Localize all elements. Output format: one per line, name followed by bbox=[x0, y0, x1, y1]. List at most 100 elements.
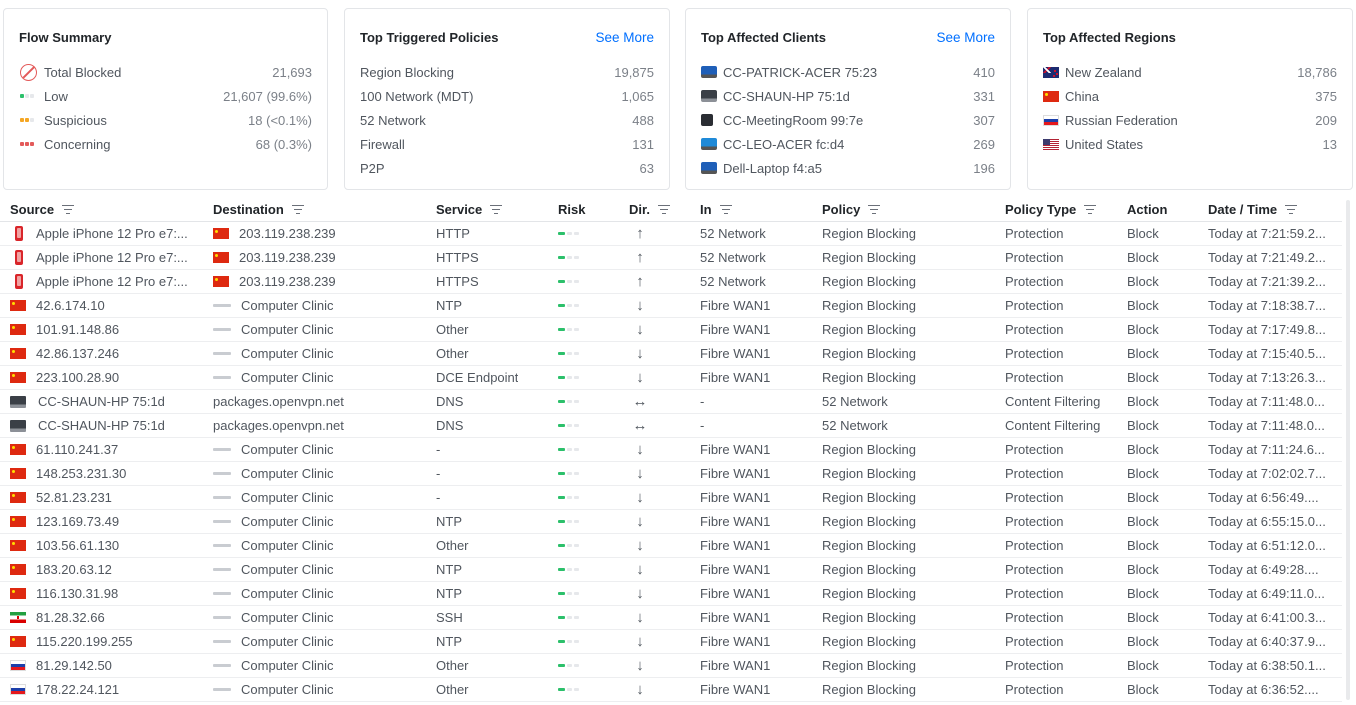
router-icon bbox=[213, 376, 231, 379]
china-flag-icon bbox=[10, 300, 26, 311]
datetime-cell: Today at 7:11:48.0... bbox=[1208, 394, 1325, 409]
source-cell: CC-SHAUN-HP 75:1d bbox=[10, 394, 213, 409]
in-cell: 52 Network bbox=[700, 274, 766, 289]
column-header-risk[interactable]: Risk bbox=[558, 202, 629, 217]
table-row[interactable]: 123.169.73.49 Computer Clinic NTP ↓ Fibre WA… bbox=[0, 510, 1342, 534]
destination-cell: Computer Clinic bbox=[213, 610, 436, 625]
direction-cell: ↔ bbox=[629, 417, 700, 434]
direction-arrow-icon: ↓ bbox=[636, 681, 644, 698]
source-cell: 115.220.199.255 bbox=[10, 634, 213, 649]
table-row[interactable]: 52.81.23.231 Computer Clinic - ↓ Fibre WAN1 R… bbox=[0, 486, 1342, 510]
in-cell: Fibre WAN1 bbox=[700, 466, 771, 481]
router-icon bbox=[213, 688, 231, 691]
table-row[interactable]: 178.22.24.121 Computer Clinic Other ↓ Fibre … bbox=[0, 678, 1342, 702]
table-row[interactable]: 116.130.31.98 Computer Clinic NTP ↓ Fibre WA… bbox=[0, 582, 1342, 606]
filter-icon[interactable] bbox=[291, 204, 304, 214]
policy-row[interactable]: Region Blocking 19,875 bbox=[360, 60, 654, 84]
column-header-datetime[interactable]: Date / Time bbox=[1208, 202, 1332, 217]
table-row[interactable]: 42.6.174.10 Computer Clinic NTP ↓ Fibre WAN1… bbox=[0, 294, 1342, 318]
risk-cell bbox=[558, 688, 629, 691]
filter-icon[interactable] bbox=[868, 204, 881, 214]
in-cell: Fibre WAN1 bbox=[700, 610, 771, 625]
action-cell: Block bbox=[1127, 466, 1159, 481]
table-row[interactable]: 81.28.32.66 Computer Clinic SSH ↓ Fibre WAN1… bbox=[0, 606, 1342, 630]
column-header-in[interactable]: In bbox=[700, 202, 822, 217]
source-cell: 178.22.24.121 bbox=[10, 682, 213, 697]
region-row[interactable]: Russian Federation 209 bbox=[1043, 108, 1337, 132]
policy-type-cell: Protection bbox=[1005, 490, 1064, 505]
table-row[interactable]: 148.253.231.30 Computer Clinic - ↓ Fibre WAN… bbox=[0, 462, 1342, 486]
column-header-source[interactable]: Source bbox=[10, 202, 213, 217]
client-row[interactable]: CC-PATRICK-ACER 75:23 410 bbox=[701, 60, 995, 84]
client-row[interactable]: CC-LEO-ACER fc:d4 269 bbox=[701, 132, 995, 156]
column-header-direction[interactable]: Dir. bbox=[629, 202, 700, 217]
region-row[interactable]: China 375 bbox=[1043, 84, 1337, 108]
table-row[interactable]: 101.91.148.86 Computer Clinic Other ↓ Fibre … bbox=[0, 318, 1342, 342]
policy-type-cell: Protection bbox=[1005, 226, 1064, 241]
policy-row[interactable]: 52 Network 488 bbox=[360, 108, 654, 132]
table-row[interactable]: CC-SHAUN-HP 75:1d packages.openvpn.net DNS… bbox=[0, 414, 1342, 438]
client-row[interactable]: Dell-Laptop f4:a5 196 bbox=[701, 156, 995, 180]
region-row[interactable]: United States 13 bbox=[1043, 132, 1337, 156]
client-row[interactable]: CC-MeetingRoom 99:7e 307 bbox=[701, 108, 995, 132]
pc-icon bbox=[701, 114, 713, 126]
table-row[interactable]: Apple iPhone 12 Pro e7:... 203.119.238.23… bbox=[0, 270, 1342, 294]
policy-type-cell: Protection bbox=[1005, 610, 1064, 625]
column-header-service[interactable]: Service bbox=[436, 202, 558, 217]
service-cell: Other bbox=[436, 538, 469, 553]
table-row[interactable]: 223.100.28.90 Computer Clinic DCE Endpoint… bbox=[0, 366, 1342, 390]
column-header-policy[interactable]: Policy bbox=[822, 202, 1005, 217]
table-row[interactable]: 115.220.199.255 Computer Clinic NTP ↓ Fibre … bbox=[0, 630, 1342, 654]
column-header-action[interactable]: Action bbox=[1127, 202, 1208, 217]
datetime-cell: Today at 7:21:49.2... bbox=[1208, 250, 1326, 265]
low-risk-indicator bbox=[558, 352, 579, 355]
table-row[interactable]: Apple iPhone 12 Pro e7:... 203.119.238.23… bbox=[0, 246, 1342, 270]
filter-icon[interactable] bbox=[719, 204, 732, 214]
table-row[interactable]: 183.20.63.12 Computer Clinic NTP ↓ Fibre WAN… bbox=[0, 558, 1342, 582]
policy-cell: Region Blocking bbox=[822, 346, 916, 361]
source-cell: 81.28.32.66 bbox=[10, 610, 213, 625]
filter-icon[interactable] bbox=[62, 204, 75, 214]
region-row[interactable]: New Zealand 18,786 bbox=[1043, 60, 1337, 84]
china-flag-icon bbox=[213, 276, 229, 287]
in-cell: Fibre WAN1 bbox=[700, 658, 771, 673]
source-cell: CC-SHAUN-HP 75:1d bbox=[10, 418, 213, 433]
direction-arrow-icon: ↓ bbox=[636, 513, 644, 530]
flows-table: Source Destination Service Risk Dir. In … bbox=[0, 197, 1342, 702]
datetime-cell: Today at 7:11:48.0... bbox=[1208, 418, 1325, 433]
filter-icon[interactable] bbox=[490, 204, 503, 214]
top-clients-see-more-link[interactable]: See More bbox=[936, 30, 995, 45]
client-row[interactable]: CC-SHAUN-HP 75:1d 331 bbox=[701, 84, 995, 108]
table-row[interactable]: 61.110.241.37 Computer Clinic - ↓ Fibre WAN1… bbox=[0, 438, 1342, 462]
source-cell: 123.169.73.49 bbox=[10, 514, 213, 529]
phone-icon bbox=[15, 226, 23, 241]
table-scrollbar[interactable] bbox=[1346, 200, 1350, 700]
top-clients-title: Top Affected Clients bbox=[701, 29, 826, 45]
filter-icon[interactable] bbox=[1084, 204, 1097, 214]
policy-row[interactable]: P2P 63 bbox=[360, 156, 654, 180]
column-header-destination[interactable]: Destination bbox=[213, 202, 436, 217]
destination-cell: Computer Clinic bbox=[213, 634, 436, 649]
low-risk-indicator bbox=[558, 232, 579, 235]
destination-cell: 203.119.238.239 bbox=[213, 250, 436, 265]
policy-row[interactable]: 100 Network (MDT) 1,065 bbox=[360, 84, 654, 108]
china-flag-icon bbox=[10, 468, 26, 479]
table-row[interactable]: 42.86.137.246 Computer Clinic Other ↓ Fibre … bbox=[0, 342, 1342, 366]
direction-arrow-icon: ↓ bbox=[636, 561, 644, 578]
source-cell: 223.100.28.90 bbox=[10, 370, 213, 385]
top-regions-title: Top Affected Regions bbox=[1043, 29, 1176, 45]
filter-icon[interactable] bbox=[657, 204, 670, 214]
table-row[interactable]: Apple iPhone 12 Pro e7:... 203.119.238.23… bbox=[0, 222, 1342, 246]
top-policies-title: Top Triggered Policies bbox=[360, 29, 499, 45]
table-row[interactable]: CC-SHAUN-HP 75:1d packages.openvpn.net DNS… bbox=[0, 390, 1342, 414]
source-cell: Apple iPhone 12 Pro e7:... bbox=[10, 226, 213, 241]
in-cell: Fibre WAN1 bbox=[700, 370, 771, 385]
column-header-policy-type[interactable]: Policy Type bbox=[1005, 202, 1127, 217]
low-risk-indicator bbox=[558, 400, 579, 403]
top-policies-see-more-link[interactable]: See More bbox=[595, 30, 654, 45]
table-row[interactable]: 81.29.142.50 Computer Clinic Other ↓ Fibre W… bbox=[0, 654, 1342, 678]
filter-icon[interactable] bbox=[1285, 204, 1298, 214]
china-flag-icon bbox=[213, 252, 229, 263]
table-row[interactable]: 103.56.61.130 Computer Clinic Other ↓ Fibre … bbox=[0, 534, 1342, 558]
policy-row[interactable]: Firewall 131 bbox=[360, 132, 654, 156]
